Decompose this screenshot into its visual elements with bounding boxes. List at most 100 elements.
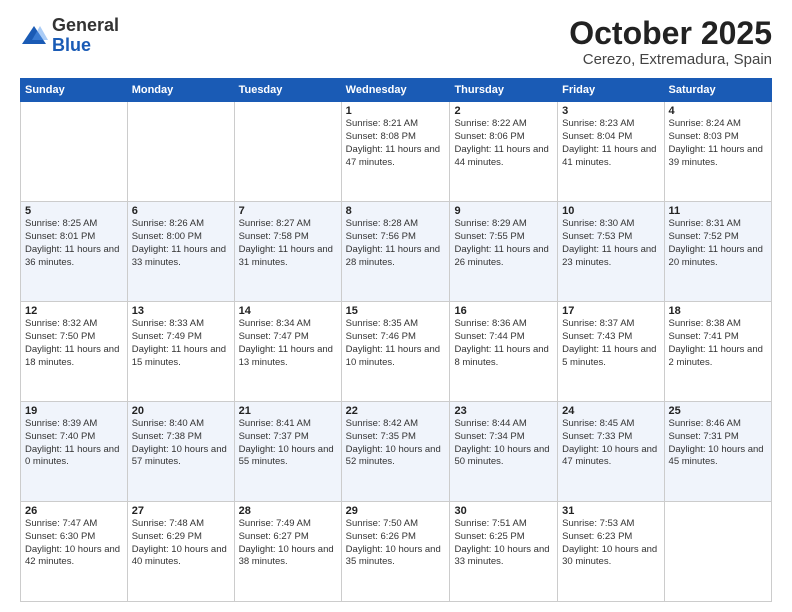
calendar-cell xyxy=(234,102,341,202)
calendar-cell xyxy=(127,102,234,202)
day-number: 1 xyxy=(346,105,446,117)
day-number: 23 xyxy=(454,405,553,417)
logo-blue: Blue xyxy=(52,35,91,55)
calendar-cell: 14Sunrise: 8:34 AM Sunset: 7:47 PM Dayli… xyxy=(234,302,341,402)
calendar-cell: 5Sunrise: 8:25 AM Sunset: 8:01 PM Daylig… xyxy=(21,202,128,302)
day-info: Sunrise: 8:24 AM Sunset: 8:03 PM Dayligh… xyxy=(669,118,767,169)
calendar-week-row: 19Sunrise: 8:39 AM Sunset: 7:40 PM Dayli… xyxy=(21,402,772,502)
day-number: 13 xyxy=(132,305,230,317)
calendar-cell: 11Sunrise: 8:31 AM Sunset: 7:52 PM Dayli… xyxy=(664,202,771,302)
calendar-cell: 2Sunrise: 8:22 AM Sunset: 8:06 PM Daylig… xyxy=(450,102,558,202)
calendar-cell: 21Sunrise: 8:41 AM Sunset: 7:37 PM Dayli… xyxy=(234,402,341,502)
day-number: 28 xyxy=(239,505,337,517)
day-number: 3 xyxy=(562,105,659,117)
location-title: Cerezo, Extremadura, Spain xyxy=(569,51,772,68)
calendar-week-row: 5Sunrise: 8:25 AM Sunset: 8:01 PM Daylig… xyxy=(21,202,772,302)
day-number: 7 xyxy=(239,205,337,217)
calendar-header-row: SundayMondayTuesdayWednesdayThursdayFrid… xyxy=(21,79,772,102)
day-info: Sunrise: 8:28 AM Sunset: 7:56 PM Dayligh… xyxy=(346,218,446,269)
day-info: Sunrise: 8:30 AM Sunset: 7:53 PM Dayligh… xyxy=(562,218,659,269)
day-number: 2 xyxy=(454,105,553,117)
calendar-cell: 9Sunrise: 8:29 AM Sunset: 7:55 PM Daylig… xyxy=(450,202,558,302)
calendar-cell: 18Sunrise: 8:38 AM Sunset: 7:41 PM Dayli… xyxy=(664,302,771,402)
day-info: Sunrise: 8:23 AM Sunset: 8:04 PM Dayligh… xyxy=(562,118,659,169)
calendar-cell: 31Sunrise: 7:53 AM Sunset: 6:23 PM Dayli… xyxy=(558,502,664,602)
day-number: 5 xyxy=(25,205,123,217)
day-info: Sunrise: 8:42 AM Sunset: 7:35 PM Dayligh… xyxy=(346,418,446,469)
day-number: 31 xyxy=(562,505,659,517)
day-info: Sunrise: 8:29 AM Sunset: 7:55 PM Dayligh… xyxy=(454,218,553,269)
day-number: 14 xyxy=(239,305,337,317)
weekday-header: Monday xyxy=(127,79,234,102)
weekday-header: Thursday xyxy=(450,79,558,102)
calendar-cell: 8Sunrise: 8:28 AM Sunset: 7:56 PM Daylig… xyxy=(341,202,450,302)
day-info: Sunrise: 7:51 AM Sunset: 6:25 PM Dayligh… xyxy=(454,518,553,569)
day-number: 10 xyxy=(562,205,659,217)
title-block: October 2025 Cerezo, Extremadura, Spain xyxy=(569,16,772,68)
calendar-cell xyxy=(664,502,771,602)
day-info: Sunrise: 8:22 AM Sunset: 8:06 PM Dayligh… xyxy=(454,118,553,169)
logo-icon xyxy=(20,22,48,50)
day-info: Sunrise: 7:47 AM Sunset: 6:30 PM Dayligh… xyxy=(25,518,123,569)
day-info: Sunrise: 8:32 AM Sunset: 7:50 PM Dayligh… xyxy=(25,318,123,369)
calendar-cell xyxy=(21,102,128,202)
day-info: Sunrise: 8:39 AM Sunset: 7:40 PM Dayligh… xyxy=(25,418,123,469)
day-number: 6 xyxy=(132,205,230,217)
day-info: Sunrise: 8:44 AM Sunset: 7:34 PM Dayligh… xyxy=(454,418,553,469)
calendar-cell: 20Sunrise: 8:40 AM Sunset: 7:38 PM Dayli… xyxy=(127,402,234,502)
day-number: 24 xyxy=(562,405,659,417)
weekday-header: Wednesday xyxy=(341,79,450,102)
day-info: Sunrise: 8:46 AM Sunset: 7:31 PM Dayligh… xyxy=(669,418,767,469)
calendar-cell: 12Sunrise: 8:32 AM Sunset: 7:50 PM Dayli… xyxy=(21,302,128,402)
day-number: 15 xyxy=(346,305,446,317)
day-number: 17 xyxy=(562,305,659,317)
calendar-week-row: 1Sunrise: 8:21 AM Sunset: 8:08 PM Daylig… xyxy=(21,102,772,202)
calendar-cell: 26Sunrise: 7:47 AM Sunset: 6:30 PM Dayli… xyxy=(21,502,128,602)
day-number: 12 xyxy=(25,305,123,317)
calendar-cell: 22Sunrise: 8:42 AM Sunset: 7:35 PM Dayli… xyxy=(341,402,450,502)
calendar-cell: 16Sunrise: 8:36 AM Sunset: 7:44 PM Dayli… xyxy=(450,302,558,402)
day-number: 30 xyxy=(454,505,553,517)
day-number: 22 xyxy=(346,405,446,417)
day-number: 9 xyxy=(454,205,553,217)
day-info: Sunrise: 7:53 AM Sunset: 6:23 PM Dayligh… xyxy=(562,518,659,569)
day-info: Sunrise: 8:21 AM Sunset: 8:08 PM Dayligh… xyxy=(346,118,446,169)
calendar-cell: 1Sunrise: 8:21 AM Sunset: 8:08 PM Daylig… xyxy=(341,102,450,202)
day-number: 25 xyxy=(669,405,767,417)
calendar-cell: 23Sunrise: 8:44 AM Sunset: 7:34 PM Dayli… xyxy=(450,402,558,502)
day-number: 29 xyxy=(346,505,446,517)
calendar-cell: 28Sunrise: 7:49 AM Sunset: 6:27 PM Dayli… xyxy=(234,502,341,602)
page: General Blue October 2025 Cerezo, Extrem… xyxy=(0,0,792,612)
calendar-cell: 13Sunrise: 8:33 AM Sunset: 7:49 PM Dayli… xyxy=(127,302,234,402)
calendar-table: SundayMondayTuesdayWednesdayThursdayFrid… xyxy=(20,78,772,602)
calendar-cell: 27Sunrise: 7:48 AM Sunset: 6:29 PM Dayli… xyxy=(127,502,234,602)
month-title: October 2025 xyxy=(569,16,772,51)
weekday-header: Saturday xyxy=(664,79,771,102)
calendar-cell: 7Sunrise: 8:27 AM Sunset: 7:58 PM Daylig… xyxy=(234,202,341,302)
logo-text: General Blue xyxy=(52,16,119,56)
calendar-cell: 24Sunrise: 8:45 AM Sunset: 7:33 PM Dayli… xyxy=(558,402,664,502)
day-number: 19 xyxy=(25,405,123,417)
weekday-header: Tuesday xyxy=(234,79,341,102)
day-info: Sunrise: 8:40 AM Sunset: 7:38 PM Dayligh… xyxy=(132,418,230,469)
calendar-cell: 25Sunrise: 8:46 AM Sunset: 7:31 PM Dayli… xyxy=(664,402,771,502)
day-info: Sunrise: 8:41 AM Sunset: 7:37 PM Dayligh… xyxy=(239,418,337,469)
day-info: Sunrise: 8:27 AM Sunset: 7:58 PM Dayligh… xyxy=(239,218,337,269)
calendar-cell: 15Sunrise: 8:35 AM Sunset: 7:46 PM Dayli… xyxy=(341,302,450,402)
calendar-week-row: 12Sunrise: 8:32 AM Sunset: 7:50 PM Dayli… xyxy=(21,302,772,402)
calendar-week-row: 26Sunrise: 7:47 AM Sunset: 6:30 PM Dayli… xyxy=(21,502,772,602)
day-number: 11 xyxy=(669,205,767,217)
day-info: Sunrise: 8:25 AM Sunset: 8:01 PM Dayligh… xyxy=(25,218,123,269)
day-number: 26 xyxy=(25,505,123,517)
calendar-cell: 30Sunrise: 7:51 AM Sunset: 6:25 PM Dayli… xyxy=(450,502,558,602)
day-number: 16 xyxy=(454,305,553,317)
day-info: Sunrise: 8:45 AM Sunset: 7:33 PM Dayligh… xyxy=(562,418,659,469)
day-number: 21 xyxy=(239,405,337,417)
day-info: Sunrise: 8:36 AM Sunset: 7:44 PM Dayligh… xyxy=(454,318,553,369)
header: General Blue October 2025 Cerezo, Extrem… xyxy=(20,16,772,68)
day-info: Sunrise: 8:38 AM Sunset: 7:41 PM Dayligh… xyxy=(669,318,767,369)
day-number: 27 xyxy=(132,505,230,517)
weekday-header: Friday xyxy=(558,79,664,102)
calendar-cell: 29Sunrise: 7:50 AM Sunset: 6:26 PM Dayli… xyxy=(341,502,450,602)
day-info: Sunrise: 7:49 AM Sunset: 6:27 PM Dayligh… xyxy=(239,518,337,569)
